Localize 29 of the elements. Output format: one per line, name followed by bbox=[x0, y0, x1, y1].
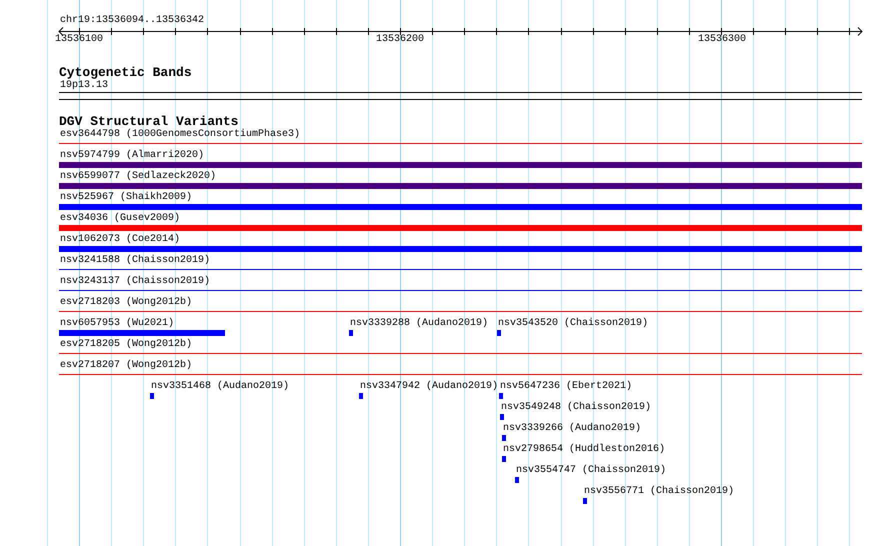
variant-label: nsv3347942 (Audano2019) bbox=[360, 381, 498, 393]
variant-label: esv2718207 (Wong2012b) bbox=[60, 360, 192, 372]
track-title: DGV Structural Variants bbox=[59, 115, 238, 129]
variant-label: nsv5974799 (Almarri2020) bbox=[60, 150, 204, 162]
variant-label: nsv3243137 (Chaisson2019) bbox=[60, 276, 210, 288]
variant-label: nsv2798654 (Huddleston2016) bbox=[503, 444, 666, 456]
variant-label: esv2718203 (Wong2012b) bbox=[60, 297, 192, 309]
variant-label: nsv3339266 (Audano2019) bbox=[503, 423, 642, 435]
variant-label: nsv525967 (Shaikh2009) bbox=[60, 192, 192, 204]
variant-label: nsv1062073 (Coe2014) bbox=[60, 234, 180, 246]
tick-label: 13536200 bbox=[376, 34, 424, 46]
tick-label: 13536300 bbox=[698, 34, 746, 46]
region-label: chr19:13536094..13536342 bbox=[60, 15, 204, 27]
band-label: 19p13.13 bbox=[60, 80, 108, 92]
variant-label: nsv6057953 (Wu2021) bbox=[60, 318, 174, 330]
variant-label: nsv6599077 (Sedlazeck2020) bbox=[60, 171, 216, 183]
variant-label: esv34036 (Gusev2009) bbox=[60, 213, 180, 225]
variant-label: nsv3554747 (Chaisson2019) bbox=[516, 465, 666, 477]
variant-label: esv3644798 (1000GenomesConsortiumPhase3) bbox=[60, 129, 300, 141]
variant-label: nsv3351468 (Audano2019) bbox=[151, 381, 290, 393]
variant-label: nsv3241588 (Chaisson2019) bbox=[60, 255, 210, 267]
variant-label: nsv3549248 (Chaisson2019) bbox=[501, 402, 652, 414]
tick-label: 13536100 bbox=[55, 34, 104, 46]
variant-label: nsv3556771 (Chaisson2019) bbox=[584, 486, 734, 498]
variant-label: nsv3339288 (Audano2019) bbox=[350, 318, 488, 330]
variant-label: esv2718205 (Wong2012b) bbox=[60, 339, 192, 351]
variant-label: nsv3543520 (Chaisson2019) bbox=[498, 318, 648, 330]
variant-label: nsv5647236 (Ebert2021) bbox=[500, 381, 632, 393]
track-title: Cytogenetic Bands bbox=[59, 66, 192, 80]
